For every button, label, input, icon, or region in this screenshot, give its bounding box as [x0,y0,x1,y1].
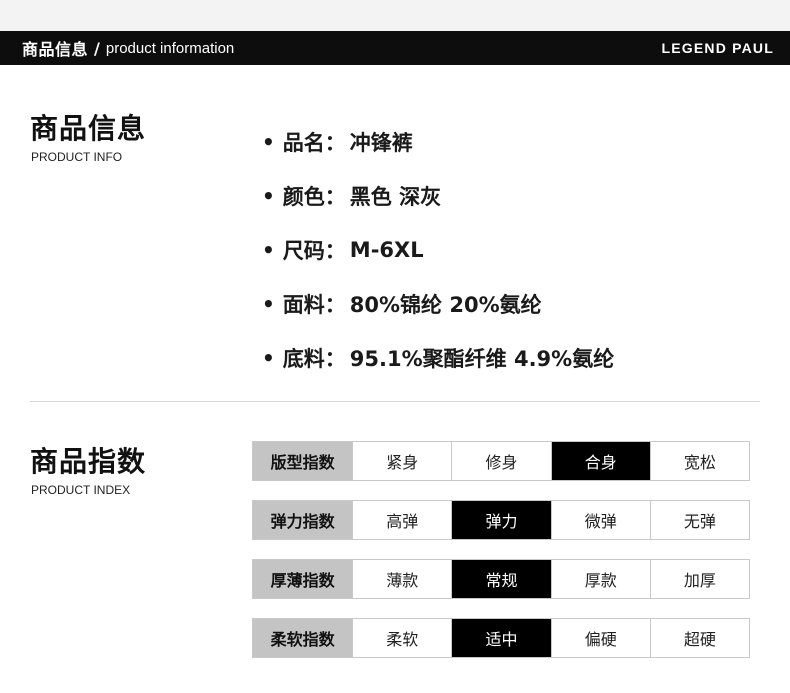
index-option: 偏硬 [550,619,650,657]
product-info-list: • 品名： 冲锋裤 • 颜色： 黑色 深灰 • 尺码： M-6XL • 面料： … [262,115,614,385]
header-title: 商品信息 / product information [22,36,234,60]
bullet-icon: • [262,184,275,208]
index-option: 厚款 [550,560,650,598]
index-option: 修身 [451,442,551,480]
index-row-thickness: 厚薄指数 薄款 常规 厚款 加厚 [252,559,750,599]
index-option: 高弹 [352,501,452,539]
index-section-subtitle: PRODUCT INDEX [31,483,131,497]
info-item-fabric: • 面料： 80%锦纶 20%氨纶 [262,277,614,331]
info-item-size: • 尺码： M-6XL [262,223,614,277]
bullet-icon: • [262,238,275,262]
info-item-lining: • 底料： 95.1%聚酯纤维 4.9%氨纶 [262,331,614,385]
header-bar: 商品信息 / product information LEGEND PAUL [0,31,790,65]
index-option-selected: 适中 [451,619,551,657]
info-value: 80%锦纶 20%氨纶 [349,293,542,317]
index-option-selected: 常规 [451,560,551,598]
index-option: 宽松 [649,442,750,480]
top-strip [0,0,790,31]
header-title-en: product information [105,39,235,57]
info-value: 冲锋裤 [349,131,413,155]
index-option: 紧身 [352,442,452,480]
header-title-cn: 商品信息 [22,40,89,59]
index-option-selected: 弹力 [451,501,551,539]
product-index-table: 版型指数 紧身 修身 合身 宽松 弹力指数 高弹 弹力 微弹 无弹 厚薄指数 薄… [252,441,750,677]
index-option: 柔软 [352,619,452,657]
info-label: 品名： [282,131,346,155]
section-divider [30,401,760,402]
info-label: 底料： [282,347,346,371]
index-row-label: 柔软指数 [253,619,353,657]
info-label: 面料： [282,293,346,317]
index-option: 薄款 [352,560,452,598]
info-item-color: • 颜色： 黑色 深灰 [262,169,614,223]
index-option: 超硬 [649,619,750,657]
info-value: 黑色 深灰 [349,185,442,209]
info-section-subtitle: PRODUCT INFO [31,150,123,164]
index-row-label: 弹力指数 [253,501,353,539]
index-row-elasticity: 弹力指数 高弹 弹力 微弹 无弹 [252,500,750,540]
index-row-softness: 柔软指数 柔软 适中 偏硬 超硬 [252,618,750,658]
bullet-icon: • [262,292,275,316]
bullet-icon: • [262,130,275,154]
index-option-selected: 合身 [550,442,650,480]
info-label: 尺码： [282,239,346,263]
index-section-title: 商品指数 [30,445,147,478]
bullet-icon: • [262,346,275,370]
index-row-label: 厚薄指数 [253,560,353,598]
index-option: 微弹 [550,501,650,539]
index-row-label: 版型指数 [253,442,353,480]
info-value: 95.1%聚酯纤维 4.9%氨纶 [349,347,615,371]
info-value: M-6XL [349,238,424,262]
header-separator: / [94,38,100,58]
index-option: 加厚 [649,560,750,598]
info-section-title: 商品信息 [30,112,147,145]
brand-name: LEGEND PAUL [661,40,774,56]
info-item-name: • 品名： 冲锋裤 [262,115,614,169]
info-label: 颜色： [282,185,346,209]
index-row-fit: 版型指数 紧身 修身 合身 宽松 [252,441,750,481]
index-option: 无弹 [649,501,750,539]
